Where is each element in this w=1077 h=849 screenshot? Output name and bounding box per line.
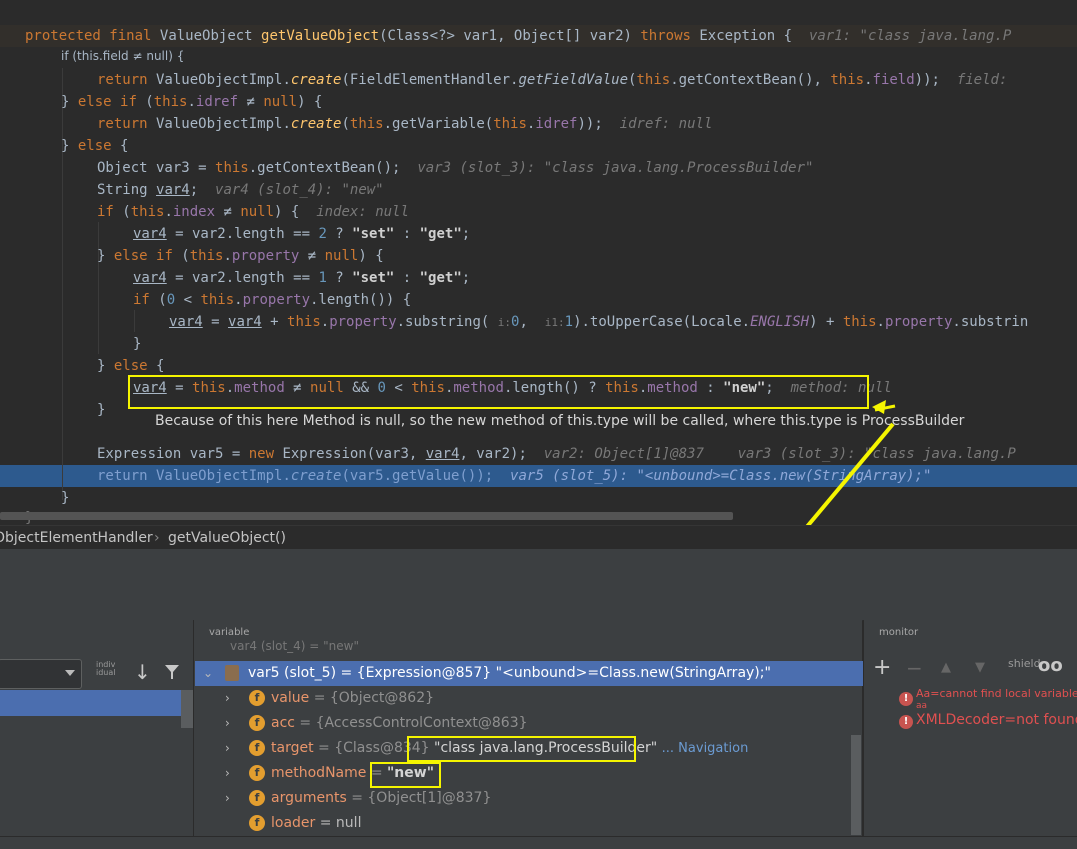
error-icon: ! [899,692,913,706]
frames-scrollbar[interactable] [181,690,193,728]
frames-panel [0,620,193,836]
monitor-header: monitor [879,627,919,638]
glasses-icon[interactable]: oo [1038,655,1063,676]
monitor-item[interactable]: Aa=cannot find local variable 'aa' aa [916,688,1077,712]
expand-caret-icon[interactable]: ⌄ [203,661,213,686]
monitor-item[interactable]: XMLDecoder=not found [916,712,1077,728]
field-icon: f [249,815,265,831]
tree-row-var5[interactable]: ⌄ var5 (slot_5) = {Expression@857} "<unb… [195,661,863,686]
variables-scrollbar[interactable] [851,735,861,835]
expand-caret-icon[interactable]: › [225,786,230,811]
remove-icon[interactable]: − [906,656,923,680]
object-icon [225,665,239,681]
monitor-panel [864,620,1077,836]
thread-dropdown[interactable] [0,659,82,689]
field-icon: f [249,790,265,806]
expand-caret-icon[interactable]: › [225,686,230,711]
debug-toolbar [0,587,1077,621]
breadcrumb-method[interactable]: getValueObject() [168,526,286,550]
move-up-icon[interactable]: ▲ [941,660,951,675]
breadcrumb: ObjectElementHandler › getValueObject() [0,525,1077,550]
move-down-icon[interactable]: ▼ [975,660,985,675]
error-icon: ! [899,715,913,729]
field-icon: f [249,740,265,756]
status-strip [0,836,1077,849]
filter-icon[interactable] [164,664,180,680]
individual-label[interactable]: indiv idual [96,661,116,677]
variables-header: variable [209,627,250,638]
expand-caret-icon[interactable]: › [225,761,230,786]
down-arrow-icon[interactable]: ↓ [134,660,151,684]
panel-divider [193,620,194,836]
field-icon: f [249,715,265,731]
debug-tab-bar [0,549,1077,588]
chevron-down-icon [65,670,75,676]
annotation-arrow-head [872,400,886,414]
add-icon[interactable]: + [873,655,891,680]
highlight-box-methodname [370,762,441,788]
expand-caret-icon[interactable]: › [225,736,230,761]
highlight-box-target [407,736,636,762]
tree-row-partial: var4 (slot_4) = "new" [230,639,359,653]
field-icon: f [249,765,265,781]
expand-caret-icon[interactable]: › [225,711,230,736]
breadcrumb-class[interactable]: ObjectElementHandler [0,526,153,550]
field-icon: f [249,690,265,706]
selected-frame[interactable] [0,690,182,716]
panel-divider [863,620,864,836]
shield-label: shield [1008,657,1041,670]
breadcrumb-separator: › [154,530,160,546]
